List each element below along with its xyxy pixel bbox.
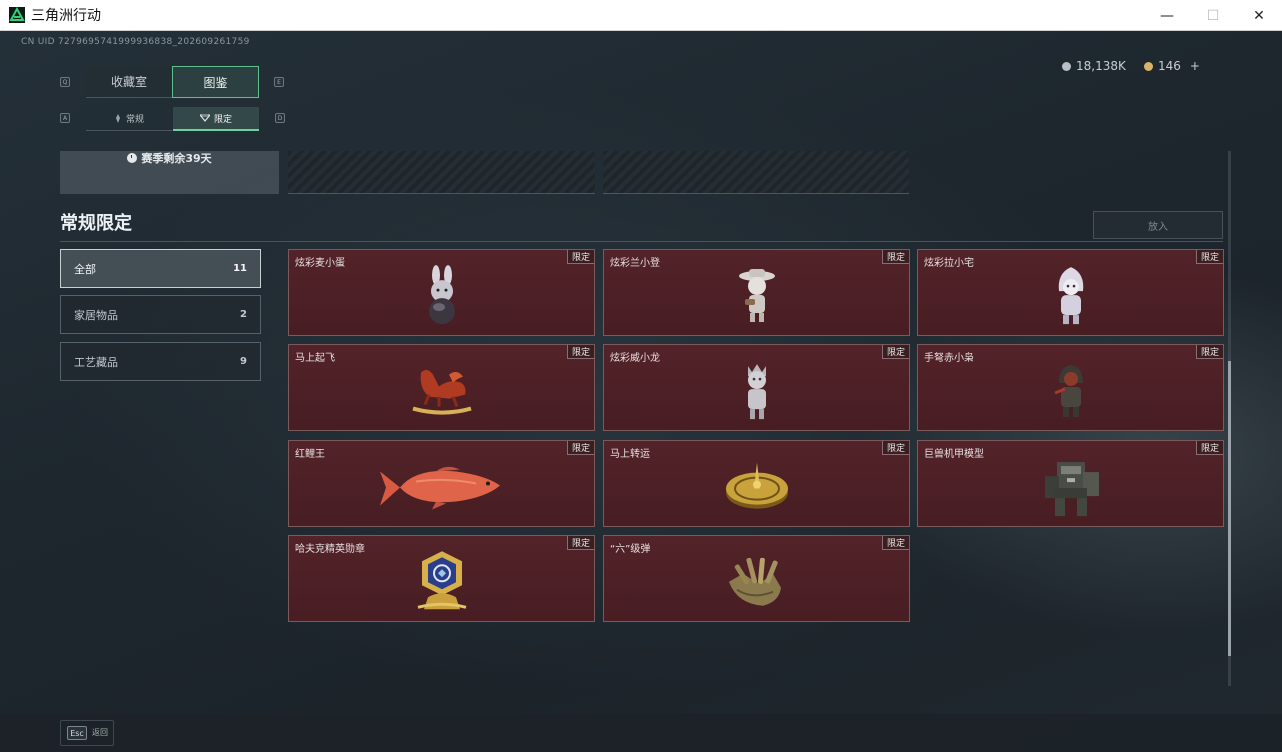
key-hint-d: D [275,113,285,123]
key-hint-q: Q [60,77,70,87]
item-card[interactable]: 红鲤王 限定 [288,440,595,527]
silver-coin-icon [1062,61,1071,71]
bullet-claw-icon [728,557,781,606]
tab-label: 收藏室 [110,75,147,89]
item-card[interactable]: “六”级弹 限定 [603,535,910,622]
scrollbar-thumb[interactable] [1228,361,1231,656]
item-name: 手弩赤小枭 [924,353,974,364]
limited-icon [199,114,210,122]
mech-model-icon [1044,461,1099,516]
silver-dragon-doll-icon [747,363,766,419]
filter-label: 全部 [74,262,96,276]
close-button[interactable]: ✕ [1236,0,1282,31]
red-carp-fish-icon [379,466,500,509]
subtab-regular[interactable]: 常规 [86,107,172,131]
clock-icon [127,153,138,163]
item-card[interactable]: 马上起飞 限定 [288,344,595,431]
silver-currency: 18,138K [1062,59,1126,73]
app-logo-icon [9,7,25,23]
gold-amount: 146 [1158,59,1181,73]
esc-key-hint: Esc [67,726,87,740]
filter-count: 9 [240,356,247,367]
item-card[interactable]: 巨兽机甲模型 限定 [917,440,1224,527]
tab-catalog[interactable]: 图鉴 [172,66,259,98]
limited-badge: 限定 [882,345,909,359]
filter-label: 工艺藏品 [74,355,118,369]
uid-label: CN UID 7279695741999936838_202609261759 [21,37,250,47]
subtab-label: 限定 [213,114,232,125]
limited-badge: 限定 [1196,345,1223,359]
limited-badge: 限定 [567,345,594,359]
subtab-label: 常规 [125,115,144,125]
golden-spinning-top-icon [725,462,788,509]
filter-count: 11 [233,263,247,274]
item-card[interactable]: 炫彩拉小宅 限定 [917,249,1224,336]
hooded-doll-icon [1058,266,1083,324]
limited-badge: 限定 [567,250,594,264]
item-name: “六”级弹 [610,544,651,555]
item-card[interactable]: 炫彩麦小蛋 限定 [288,249,595,336]
item-name: 马上转运 [610,449,650,460]
item-name: 炫彩麦小蛋 [295,258,345,269]
filter-count: 2 [240,309,247,320]
window-titlebar: 三角洲行动 — ☐ ✕ [0,0,1282,31]
item-card[interactable]: 手弩赤小枭 限定 [917,344,1224,431]
section-divider [60,241,1223,242]
season-remaining: 赛季剩余39天 [141,152,212,165]
limited-badge: 限定 [1196,250,1223,264]
tab-label: 图鉴 [203,75,228,90]
limited-badge: 限定 [882,536,909,550]
put-in-button[interactable]: 放入 [1093,211,1223,239]
limited-badge: 限定 [567,441,594,455]
gold-coin-icon [1144,61,1153,71]
limited-badge: 限定 [882,250,909,264]
item-name: 红鲤王 [295,449,325,460]
red-hooded-figure-icon [1053,364,1083,417]
item-name: 哈夫克精英勋章 [295,544,365,555]
item-name: 炫彩兰小登 [610,258,660,269]
limited-badge: 限定 [567,536,594,550]
item-card[interactable]: 哈夫克精英勋章 限定 [288,535,595,622]
filter-crafts[interactable]: 工艺藏品 9 [60,342,261,381]
item-card[interactable]: 炫彩威小龙 限定 [603,344,910,431]
item-name: 马上起飞 [295,353,335,364]
bunny-egg-figure-icon [428,264,455,324]
window-title: 三角洲行动 [31,8,101,24]
game-scene: CN UID 7279695741999936838_202609261759 … [0,31,1282,752]
season-card: 赛季剩余39天 [60,151,279,194]
item-card[interactable]: 炫彩兰小登 限定 [603,249,910,336]
elite-medal-icon [417,550,466,609]
maximize-button[interactable]: ☐ [1190,0,1236,31]
regular-icon [115,114,120,123]
silver-amount: 18,138K [1076,59,1126,73]
section-title: 常规限定 [60,213,132,234]
item-name: 炫彩拉小宅 [924,258,974,269]
footer-bar: Esc 返回 [0,714,1282,752]
limited-badge: 限定 [1196,441,1223,455]
filter-home-items[interactable]: 家居物品 2 [60,295,261,334]
item-card[interactable]: 马上转运 限定 [603,440,910,527]
limited-badge: 限定 [882,441,909,455]
item-name: 巨兽机甲模型 [924,449,984,460]
filter-all[interactable]: 全部 11 [60,249,261,288]
tab-collection-room[interactable]: 收藏室 [86,66,172,98]
key-hint-e: E [274,77,284,87]
sombrero-doll-icon [738,268,775,322]
subtab-limited[interactable]: 限定 [173,107,259,131]
red-rocking-horse-icon [411,369,472,415]
locked-slot [603,151,909,194]
item-name: 炫彩威小龙 [610,353,660,364]
locked-slot [288,151,595,194]
minimize-button[interactable]: — [1144,0,1190,31]
key-hint-a: A [60,113,70,123]
gold-currency: 146 + [1144,59,1200,73]
add-currency-button[interactable]: + [1190,59,1200,73]
filter-label: 家居物品 [74,308,118,322]
back-label: 返回 [92,728,108,737]
